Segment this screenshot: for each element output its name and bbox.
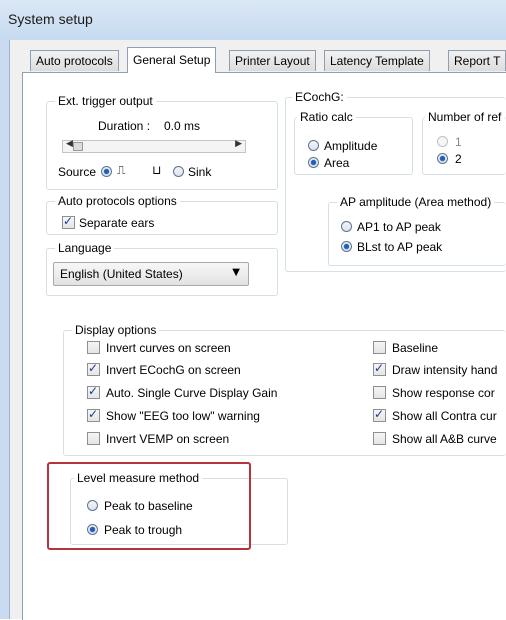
ratio-calc-legend: Ratio calc xyxy=(297,110,356,124)
source-pulse-radio[interactable] xyxy=(101,166,112,177)
invert-ecochg-checkbox[interactable] xyxy=(87,361,100,376)
show-all-ab-checkbox[interactable] xyxy=(373,432,386,445)
tab-latency-template[interactable]: Latency Template xyxy=(324,50,430,71)
scroll-right-icon[interactable]: ▶ xyxy=(235,139,242,149)
ap1-to-ap-peak-label: AP1 to AP peak xyxy=(357,220,441,234)
invert-curves-checkbox[interactable] xyxy=(87,341,100,354)
slider-thumb[interactable] xyxy=(73,142,83,151)
auto-single-curve-gain-checkbox[interactable] xyxy=(87,384,100,399)
language-legend: Language xyxy=(55,241,115,255)
display-options-legend: Display options xyxy=(72,323,160,337)
baseline-label: Baseline xyxy=(392,341,439,355)
scroll-left-icon[interactable]: ◀ xyxy=(66,139,73,149)
ref-1-label: 1 xyxy=(455,135,462,149)
number-of-ref-group xyxy=(422,117,506,175)
source-label: Source xyxy=(58,165,97,179)
ext-trigger-legend: Ext. trigger output xyxy=(55,94,156,108)
auto-single-curve-gain-label: Auto. Single Curve Display Gain xyxy=(106,386,278,400)
show-response-cor-label: Show response cor xyxy=(392,386,495,400)
ecochg-legend: ECochG: xyxy=(292,90,347,104)
show-response-cor-checkbox[interactable] xyxy=(373,386,386,399)
tab-printer-layout[interactable]: Printer Layout xyxy=(229,50,316,71)
blst-to-ap-peak-radio[interactable] xyxy=(341,241,352,252)
pulse-negative-icon: ⊔ xyxy=(152,163,162,177)
window-frame-left xyxy=(0,40,10,619)
separate-ears-label: Separate ears xyxy=(79,216,155,230)
area-label: Area xyxy=(324,156,350,170)
ap-amplitude-group xyxy=(328,202,506,266)
ref-2-label: 2 xyxy=(455,152,462,166)
invert-vemp-checkbox[interactable] xyxy=(87,432,100,445)
amplitude-label: Amplitude xyxy=(324,139,378,153)
chevron-down-icon[interactable]: ▼ xyxy=(232,267,240,278)
tab-general-setup[interactable]: General Setup xyxy=(127,47,217,73)
invert-vemp-label: Invert VEMP on screen xyxy=(106,432,230,446)
highlight-box xyxy=(47,462,251,550)
eeg-too-low-checkbox[interactable] xyxy=(87,407,100,422)
area-radio[interactable] xyxy=(308,157,319,168)
ap-amplitude-legend: AP amplitude (Area method) xyxy=(337,195,495,209)
language-selected-value: English (United States) xyxy=(60,267,183,281)
tab-report[interactable]: Report T xyxy=(448,50,506,71)
duration-label: Duration : xyxy=(98,119,151,133)
baseline-checkbox[interactable] xyxy=(373,341,386,354)
auto-protocols-options-legend: Auto protocols options xyxy=(55,194,180,208)
window-title: System setup xyxy=(8,11,93,27)
tab-auto-protocols[interactable]: Auto protocols xyxy=(30,50,119,71)
separate-ears-checkbox[interactable] xyxy=(62,214,75,229)
sink-label: Sink xyxy=(188,165,212,179)
ap1-to-ap-peak-radio[interactable] xyxy=(341,221,352,232)
duration-slider[interactable]: ◀ ▶ xyxy=(62,139,246,153)
source-sink-radio[interactable] xyxy=(173,166,184,177)
duration-value: 0.0 ms xyxy=(164,119,201,133)
amplitude-radio[interactable] xyxy=(308,140,319,151)
show-all-contra-checkbox[interactable] xyxy=(373,407,386,422)
pulse-positive-icon: ⎍ xyxy=(117,163,126,177)
title-bar: System setup xyxy=(0,0,506,41)
draw-intensity-hand-checkbox[interactable] xyxy=(373,361,386,376)
show-all-ab-label: Show all A&B curve xyxy=(392,432,497,446)
show-all-contra-label: Show all Contra cur xyxy=(392,409,497,423)
invert-curves-label: Invert curves on screen xyxy=(106,341,231,355)
ref-2-radio[interactable] xyxy=(437,153,448,164)
draw-intensity-hand-label: Draw intensity hand xyxy=(392,363,498,377)
number-of-ref-legend: Number of ref xyxy=(425,110,505,124)
blst-to-ap-peak-label: BLst to AP peak xyxy=(357,240,443,254)
invert-ecochg-label: Invert ECochG on screen xyxy=(106,363,241,377)
ref-1-radio[interactable] xyxy=(437,136,448,147)
language-select[interactable]: English (United States) ▼ xyxy=(53,262,249,286)
eeg-too-low-label: Show "EEG too low" warning xyxy=(106,409,260,423)
